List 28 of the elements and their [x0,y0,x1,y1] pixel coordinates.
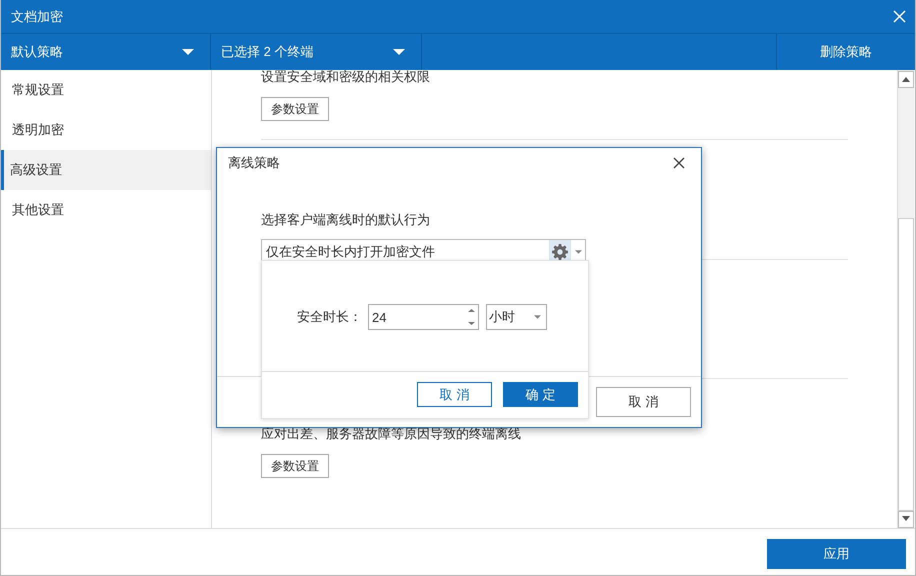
cancel-button[interactable]: 取 消 [596,387,691,417]
popup-cancel-button[interactable]: 取 消 [417,382,492,407]
confirm-button[interactable]: 确 定 [503,382,578,407]
duration-label: 安全时长： [297,308,363,326]
terminals-dropdown[interactable]: 已选择 2 个终端 [211,34,422,70]
apply-button[interactable]: 应用 [767,539,906,569]
unit-select[interactable]: 小时 [486,304,547,330]
caret-icon [182,49,194,55]
settings-icon[interactable] [552,244,568,260]
close-icon[interactable] [673,157,685,169]
delete-policy-button[interactable]: 删除策略 [777,34,915,70]
parameter-settings-button[interactable]: 参数设置 [261,454,329,478]
scrollbar[interactable] [897,70,914,528]
parameter-settings-button[interactable]: 参数设置 [261,97,329,121]
sidebar-item[interactable]: 其他设置 [0,190,211,230]
window-title: 文档加密 [11,8,64,26]
caret-icon [393,49,405,55]
spinner-arrows-icon[interactable] [468,308,475,326]
caret-icon [574,250,582,254]
sidebar-item[interactable]: 常规设置 [0,70,211,110]
policy-dropdown[interactable]: 默认策略 [1,34,211,70]
sidebar-item[interactable]: 高级设置 [1,150,211,190]
prompt-text: 选择客户端离线时的默认行为 [261,211,431,229]
caret-icon [534,315,541,319]
section-description: 设置安全域和密级的相关权限 [261,70,431,85]
sidebar-item[interactable]: 透明加密 [0,110,211,150]
dialog-title: 离线策略 [228,154,281,172]
duration-spinbox[interactable]: 24 [368,304,479,330]
